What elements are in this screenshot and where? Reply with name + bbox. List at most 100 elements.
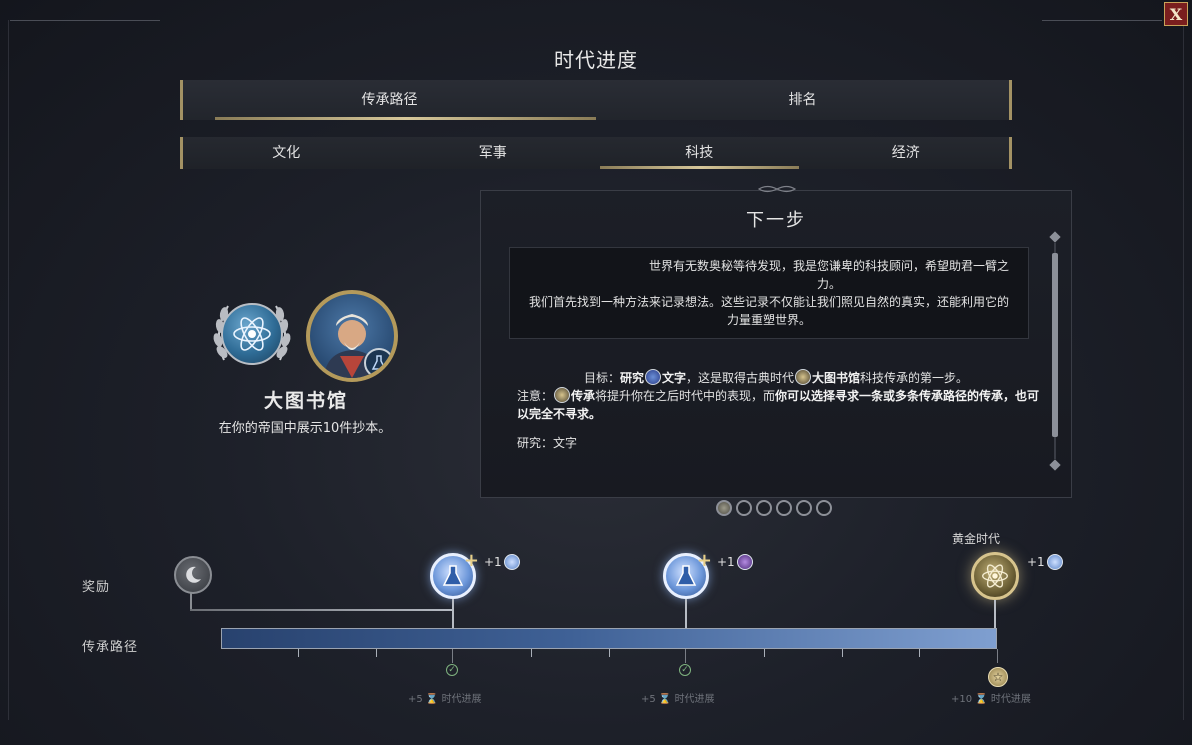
advisor-quote-box: 世界有无数奥秘等待发现，我是您谦卑的科技顾问，希望助君一臂之力。 我们首先找到一… [509, 247, 1029, 339]
progress-tick [764, 649, 765, 657]
goal-research-word: 研究 [619, 371, 644, 385]
start-connector-line [190, 609, 454, 611]
advisor-portrait-avatar [306, 290, 398, 382]
milestone-label: +5 ⌛ 时代进展 [641, 694, 715, 705]
reward-bonus-text: +1 [717, 555, 735, 569]
main-tab-bar: 传承路径 排名 [180, 80, 1012, 120]
goal-suffix: 科技传承的第一步。 [860, 371, 969, 385]
quote-line-1: 世界有无数奥秘等待发现，我是您谦卑的科技顾问，希望助君一臂之力。 [648, 259, 1009, 291]
star-icon: ☆ [988, 667, 1008, 687]
milestone-amount: +5 [408, 694, 423, 705]
milestone-amount: +10 [951, 694, 973, 705]
progress-tick [531, 649, 532, 657]
note-prefix: 注意： [517, 389, 554, 403]
golden-age-atom-node[interactable] [971, 552, 1019, 600]
progress-tick [298, 649, 299, 657]
scroll-down-icon[interactable] [1049, 459, 1061, 471]
tab-military[interactable]: 军事 [390, 137, 597, 169]
quote-line-3: 力量重塑世界。 [726, 313, 811, 327]
legacy-icon [554, 387, 571, 403]
flask-icon [364, 348, 394, 378]
research-target: 研究：文字 [517, 436, 578, 450]
plus-icon: + [463, 550, 479, 571]
goal-mid: ，这是取得古典时代 [686, 371, 795, 385]
milestone-connector [685, 649, 686, 663]
legacy-progress-bar [221, 628, 997, 649]
milestone-connector [452, 649, 453, 663]
reward-codex-node[interactable]: + [430, 550, 479, 599]
close-button[interactable]: X [1164, 2, 1188, 26]
progress-tick [842, 649, 843, 657]
frame-top-left [10, 20, 160, 21]
page-dot[interactable] [816, 500, 832, 516]
scroll-up-icon[interactable] [1049, 231, 1061, 243]
next-step-title: 下一步 [746, 210, 806, 231]
frame-right-edge [1178, 20, 1184, 720]
tab-economy[interactable]: 经济 [803, 137, 1010, 169]
sub-tab-bar: 文化 军事 科技 经济 [180, 137, 1012, 169]
goal-wonder-link[interactable]: 大图书馆 [812, 371, 860, 385]
page-indicator [716, 500, 832, 516]
milestone-unit: 时代进展 [990, 694, 1031, 705]
panel-ornament-icon [757, 185, 797, 193]
reward-stem [685, 599, 687, 629]
note-line: 注意： 传承将提升你在之后时代中的表现，而你可以选择寻求一条或多条传承路径的传承，… [501, 387, 1051, 423]
codex-icon [1046, 554, 1063, 570]
golden-age-label: 黄金时代 [952, 532, 1001, 546]
plus-icon: + [696, 550, 712, 571]
reward-bonus-text: +1 [484, 555, 502, 569]
goal-tech-link[interactable]: 文字 [662, 371, 686, 385]
page-dot[interactable] [796, 500, 812, 516]
page-title: 时代进度 [554, 48, 638, 72]
legacy-emblem-group [206, 288, 406, 383]
reward-codex-node[interactable]: + [663, 550, 712, 599]
codex-icon [503, 554, 520, 570]
reward-bonus-text: +1 [1027, 555, 1045, 569]
goal-prefix: 目标： [583, 371, 620, 385]
rewards-row-label: 奖励 [82, 580, 111, 595]
scroll-thumb[interactable] [1052, 253, 1058, 437]
tech-icon [644, 369, 661, 385]
legacy-name: 大图书馆 [263, 390, 348, 412]
progress-tick [919, 649, 920, 657]
milestone-unit: 时代进展 [441, 694, 482, 705]
wonder-icon [795, 369, 812, 385]
progress-tick [376, 649, 377, 657]
page-dot[interactable] [736, 500, 752, 516]
milestone-label: +10 ⌛ 时代进展 [951, 694, 1031, 705]
note-mid: 将提升你在之后时代中的表现，而 [595, 389, 776, 403]
page-dot[interactable] [776, 500, 792, 516]
goal-line: 目标：研究 文字，这是取得古典时代 大图书馆科技传承的第一步。 [501, 369, 1051, 387]
moon-start-icon [174, 556, 212, 594]
check-icon: ✓ [446, 664, 458, 676]
tech-icon [736, 554, 753, 570]
reward-stem [452, 599, 454, 629]
progress-tick [609, 649, 610, 657]
page-dot[interactable] [716, 500, 732, 516]
tab-culture[interactable]: 文化 [183, 137, 390, 169]
milestone-amount: +5 [641, 694, 656, 705]
science-laurel-icon [206, 288, 298, 380]
next-step-panel: 下一步 世界有无数奥秘等待发现，我是您谦卑的科技顾问，希望助君一臂之力。 我们首… [480, 185, 1072, 498]
legacy-description: 在你的帝国中展示10件抄本。 [218, 421, 392, 436]
milestone-unit: 时代进展 [674, 694, 715, 705]
note-legacy-word: 传承 [571, 389, 596, 403]
objective-text: 目标：研究 文字，这是取得古典时代 大图书馆科技传承的第一步。 注意： 传承将提升你在… [501, 369, 1051, 423]
reward-bonus: +1 [717, 554, 753, 570]
start-connector [190, 592, 192, 610]
panel-scrollbar[interactable] [1049, 231, 1061, 471]
tab-legacy-path[interactable]: 传承路径 [183, 80, 596, 120]
tab-science[interactable]: 科技 [596, 137, 803, 169]
milestone-connector [997, 649, 998, 663]
legacy-path-row-label: 传承路径 [82, 640, 139, 655]
quote-line-2: 我们首先找到一种方法来记录想法。这些记录不仅能让我们照见自然的真实，还能利用它的 [528, 295, 1009, 309]
milestone-label: +5 ⌛ 时代进展 [408, 694, 482, 705]
reward-bonus: +1 [484, 554, 520, 570]
tab-ranking[interactable]: 排名 [596, 80, 1009, 120]
page-dot[interactable] [756, 500, 772, 516]
frame-left-edge [8, 20, 14, 720]
check-icon: ✓ [679, 664, 691, 676]
reward-bonus: +1 [1027, 554, 1063, 570]
frame-top-right [1042, 20, 1162, 21]
reward-stem [994, 600, 996, 629]
